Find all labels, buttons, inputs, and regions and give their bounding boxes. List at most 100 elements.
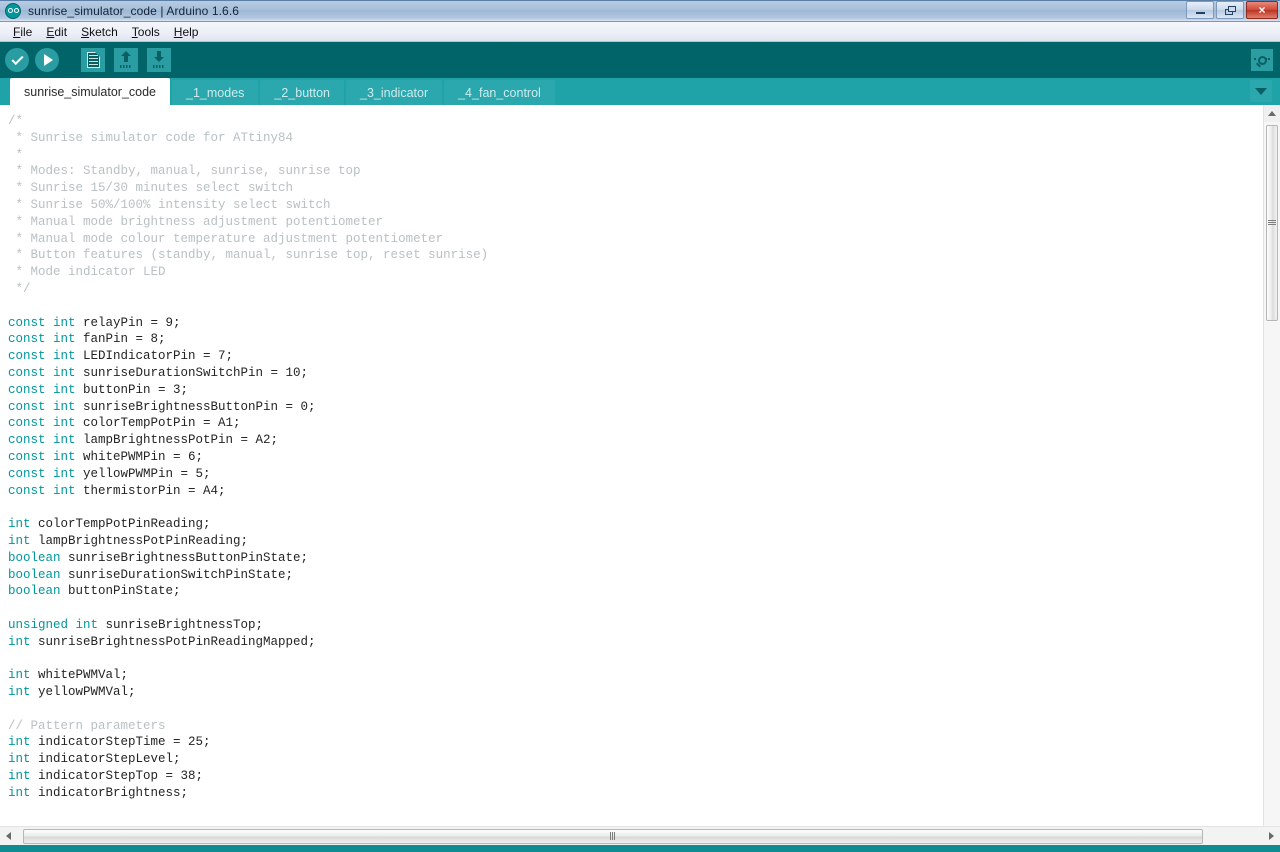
code-line: int indicatorStepTime = 25; xyxy=(8,734,1263,751)
code-line: * Mode indicator LED xyxy=(8,264,1263,281)
tab-2-button[interactable]: _2_button xyxy=(260,80,344,105)
scroll-up-button[interactable] xyxy=(1264,105,1280,122)
menu-item-file[interactable]: File xyxy=(6,25,39,39)
code-token: const int xyxy=(8,365,76,380)
status-bar xyxy=(0,845,1280,852)
code-token: * Sunrise simulator code for ATtiny84 xyxy=(8,130,294,145)
editor-area: /* * Sunrise simulator code for ATtiny84… xyxy=(0,105,1280,826)
horizontal-scroll-thumb[interactable] xyxy=(23,828,1203,844)
code-token: * Sunrise 50%/100% intensity select swit… xyxy=(8,197,331,212)
code-token: int xyxy=(8,735,31,750)
code-token: * Sunrise 15/30 minutes select switch xyxy=(8,181,294,196)
menu-tools-rest: ools xyxy=(137,24,160,39)
code-token: unsigned int xyxy=(8,617,99,632)
minimize-button[interactable] xyxy=(1186,1,1214,19)
maximize-button[interactable] xyxy=(1216,1,1244,19)
code-token: sunriseDurationSwitchPin = 10; xyxy=(75,365,309,380)
new-document-icon xyxy=(86,52,100,68)
chevron-down-icon xyxy=(1255,87,1267,95)
code-line: unsigned int sunriseBrightnessTop; xyxy=(8,617,1263,634)
code-line: const int yellowPWMPin = 5; xyxy=(8,466,1263,483)
code-token: indicatorStepLevel; xyxy=(30,752,181,767)
menu-file-rest: ile xyxy=(20,24,33,39)
code-line: * xyxy=(8,147,1263,164)
code-token: // Pattern parameters xyxy=(8,718,166,733)
code-token: const int xyxy=(8,349,76,364)
verify-button[interactable] xyxy=(5,48,29,72)
code-line: boolean buttonPinState; xyxy=(8,583,1263,600)
code-token: int xyxy=(8,533,31,548)
menu-sketch-mnemonic: S xyxy=(81,24,90,39)
menu-item-sketch[interactable]: Sketch xyxy=(74,25,125,39)
minimize-icon xyxy=(1195,12,1205,14)
code-token: int xyxy=(8,634,31,649)
code-editor[interactable]: /* * Sunrise simulator code for ATtiny84… xyxy=(0,105,1263,826)
code-line: const int sunriseBrightnessButtonPin = 0… xyxy=(8,399,1263,416)
horizontal-scrollbar[interactable] xyxy=(0,826,1280,845)
code-token: sunriseBrightnessButtonPinState; xyxy=(60,550,309,565)
horizontal-scroll-track[interactable] xyxy=(17,828,1263,845)
code-line: * Manual mode brightness adjustment pote… xyxy=(8,214,1263,231)
code-line: const int fanPin = 8; xyxy=(8,331,1263,348)
menu-bar: File Edit Sketch Tools Help xyxy=(0,22,1280,42)
code-line: const int lampBrightnessPotPin = A2; xyxy=(8,432,1263,449)
window-controls: × xyxy=(1186,1,1278,19)
open-button[interactable] xyxy=(114,48,138,72)
code-token: whitePWMPin = 6; xyxy=(75,449,204,464)
code-token: indicatorBrightness; xyxy=(30,785,189,800)
code-token: const int xyxy=(8,315,76,330)
code-line: * Manual mode colour temperature adjustm… xyxy=(8,231,1263,248)
code-token: int xyxy=(8,769,31,784)
close-button[interactable]: × xyxy=(1246,1,1278,19)
menu-item-help[interactable]: Help xyxy=(167,25,206,39)
code-token: * Mode indicator LED xyxy=(8,265,166,280)
code-line: int colorTempPotPinReading; xyxy=(8,516,1263,533)
check-icon xyxy=(10,52,24,65)
code-line: int indicatorBrightness; xyxy=(8,785,1263,802)
code-token: fanPin = 8; xyxy=(75,332,166,347)
scroll-right-button[interactable] xyxy=(1263,828,1280,845)
code-token: int xyxy=(8,785,31,800)
code-token: buttonPinState; xyxy=(60,584,181,599)
scroll-left-button[interactable] xyxy=(0,828,17,845)
code-token: LEDIndicatorPin = 7; xyxy=(75,349,234,364)
code-line: * Button features (standby, manual, sunr… xyxy=(8,247,1263,264)
code-line: * Sunrise 50%/100% intensity select swit… xyxy=(8,197,1263,214)
tab-1-modes[interactable]: _1_modes xyxy=(172,80,259,105)
vertical-scrollbar[interactable] xyxy=(1263,105,1280,826)
code-token: * Modes: Standby, manual, sunrise, sunri… xyxy=(8,164,361,179)
upload-button[interactable] xyxy=(35,48,59,72)
code-token: colorTempPotPin = A1; xyxy=(75,416,241,431)
tab-4-fan-control[interactable]: _4_fan_control xyxy=(444,80,555,105)
up-arrow-open-icon xyxy=(118,51,134,68)
new-button[interactable] xyxy=(81,48,105,72)
tab-label: _4_fan_control xyxy=(458,85,541,100)
tab-menu-button[interactable] xyxy=(1250,80,1272,102)
serial-monitor-button[interactable] xyxy=(1251,49,1273,71)
tab-sunrise-simulator-code[interactable]: sunrise_simulator_code xyxy=(10,78,171,105)
vertical-scroll-thumb[interactable] xyxy=(1266,125,1278,321)
save-button[interactable] xyxy=(147,48,171,72)
code-line: const int relayPin = 9; xyxy=(8,315,1263,332)
menu-help-rest: elp xyxy=(182,24,199,39)
code-line: int sunriseBrightnessPotPinReadingMapped… xyxy=(8,634,1263,651)
tab-3-indicator[interactable]: _3_indicator xyxy=(346,80,443,105)
code-token: */ xyxy=(8,281,31,296)
scroll-grip-icon xyxy=(1268,220,1276,226)
code-token: const int xyxy=(8,466,76,481)
code-token: indicatorStepTime = 25; xyxy=(30,735,211,750)
code-line: * Modes: Standby, manual, sunrise, sunri… xyxy=(8,163,1263,180)
code-token: int xyxy=(8,668,31,683)
code-token: thermistorPin = A4; xyxy=(75,483,226,498)
code-token: const int xyxy=(8,382,76,397)
menu-item-edit[interactable]: Edit xyxy=(39,25,74,39)
code-line: const int buttonPin = 3; xyxy=(8,382,1263,399)
arduino-logo-icon xyxy=(5,2,21,19)
code-token: lampBrightnessPotPin = A2; xyxy=(75,433,279,448)
code-token: lampBrightnessPotPinReading; xyxy=(30,533,249,548)
code-token: yellowPWMVal; xyxy=(30,685,136,700)
menu-item-tools[interactable]: Tools xyxy=(125,25,167,39)
code-token: indicatorStepTop = 38; xyxy=(30,769,204,784)
